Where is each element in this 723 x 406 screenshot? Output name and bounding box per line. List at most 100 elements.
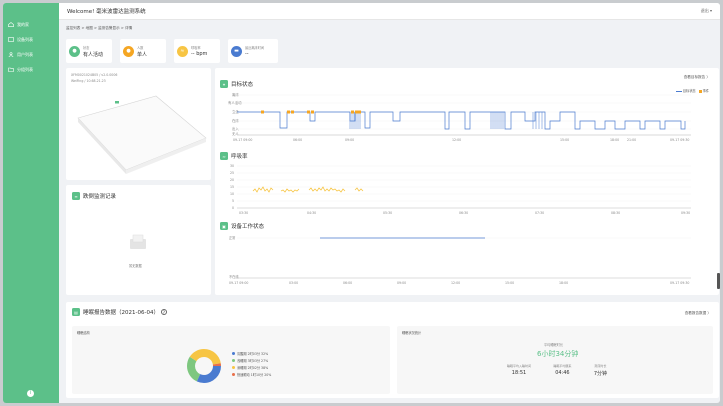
report-icon: ▤ [72,308,80,316]
breath-series [252,186,364,193]
lungs-icon: ≈ [220,152,228,160]
home-icon [8,22,14,27]
sleep-report-card: ▤ 睡眠报告数据 （2021-06-04） ? 查看报告数据 〉 睡眠结构 清醒… [66,302,719,398]
total-sleep-value: 6小时34分钟 [537,350,579,358]
device-card: XFM0021024B05 / v2.0.0006 WeiFing / 10.6… [66,68,211,180]
report-date: （2021-06-04） [116,310,159,316]
x-label: 21:00 [627,138,636,142]
x-label: 15:00 [560,138,569,142]
people-icon: ● [123,45,134,57]
x-label: 09:00 [397,281,406,285]
y-label-sit: 立坐 [232,109,239,114]
y-label-offline: 不在线 [229,274,239,279]
app-window: 我的家 设备列表 用户列表 分组列表 i Welcome! 毫米波雷达监测系统 … [3,3,720,403]
x-label: 05:30 [383,211,392,215]
sidebar: 我的家 设备列表 用户列表 分组列表 i [3,3,59,403]
x-label: 18:00 [559,281,568,285]
x-label: 06:30 [459,211,468,215]
sidebar-item-users[interactable]: 用户列表 [3,48,59,61]
stat-card-status: ● 状态 有人活动 [66,39,112,63]
sidebar-item-groups[interactable]: 分组列表 [3,63,59,76]
y-label: 30 [230,164,234,168]
y-label: 15 [230,185,234,189]
x-label: 06:00 [293,138,302,142]
x-label: 03:00 [289,281,298,285]
stat-value: -- bpm [191,51,208,57]
x-label: 06:00 [343,281,352,285]
device-icon [8,37,14,42]
x-label: 09-17 09:30 [670,138,689,142]
section-title: 目标状态 [231,82,254,88]
y-label-active: 有人活动 [228,100,242,105]
panel-title: 睡眠结构 [77,331,90,335]
section-title: 睡眠报告数据 [83,310,117,316]
breath-y-labels: 30 25 20 15 10 5 0 [230,164,234,210]
y-label-none: 无人 [232,131,239,136]
page-title: Welcome! 毫米波雷达监测系统 [67,9,146,15]
sidebar-item-label: 设备列表 [17,36,33,42]
target-icon: ⌖ [220,80,228,88]
stat-label: 呼吸率 [191,46,201,50]
fall-history-title: ≡ 跌倒监测记录 [72,192,116,200]
legend-item: 快速眼动 1时10分 20% [232,372,271,377]
legend-item: 深睡期 2时02分 38% [232,365,271,370]
x-label: 07:30 [535,211,544,215]
breath-rate-title: ≈ 呼吸率 [220,152,248,160]
section-title: 设备工作状态 [231,224,265,230]
sidebar-item-home[interactable]: 我的家 [3,18,59,31]
radar-sensor-icon [115,101,119,104]
sleep-report-title: ▤ 睡眠报告数据 （2021-06-04） ? [72,308,167,316]
sleep-structure-panel: 睡眠结构 清醒期 2时03分 32% 浅睡期 3时03分 27% 深睡期 2时0… [72,326,390,394]
x-label: 04:30 [307,211,316,215]
stat-card-count: ● 人数 单人 [120,39,166,63]
target-state-series [237,111,686,130]
section-title: 呼吸率 [231,154,248,160]
legend-item: 清醒期 2时03分 32% [232,351,271,356]
stat-card-breath: ≈ 呼吸率 -- bpm [174,39,220,63]
sidebar-item-devices[interactable]: 设备列表 [3,33,59,46]
y-label: 0 [232,206,234,210]
top-bar: Welcome! 毫米波雷达监测系统 退出 ▾ [59,3,720,20]
sleep-stats-row: 睡眠平均入睡时间 18:51 睡眠平均醒来 04:46 离床时长 7分钟 [507,364,607,377]
legend-item: 浅睡期 3时03分 27% [232,358,271,363]
stat-value: -- [245,51,249,57]
sidebar-item-label: 用户列表 [17,51,33,57]
stat-value: 单人 [137,51,148,58]
y-label: 25 [230,171,234,175]
help-icon[interactable]: ? [160,309,167,315]
x-label: 09:00 [345,138,354,142]
breath-rate-chart[interactable]: 30 25 20 15 10 5 0 03:30 04:30 05:30 06:… [215,161,719,216]
empty-inbox-icon [130,234,146,249]
stat-value: 有人活动 [83,51,104,58]
x-label: 12:00 [451,281,460,285]
stat-label: 状态 [83,45,90,50]
user-icon [8,52,14,57]
lungs-icon: ≈ [177,45,188,57]
x-label: 09-17 09:00 [233,138,252,142]
device-state-title: ▣ 设备工作状态 [220,222,264,230]
target-state-chart[interactable]: 离床 有人活动 立坐 在床 出入 无人 09-17 09:00 06:00 09… [215,88,719,168]
sleep-report-link[interactable]: 查看报告数据 〉 [685,311,711,316]
document-icon: ≡ [72,192,80,200]
scroll-handle[interactable] [717,273,720,289]
target-x-labels: 09-17 09:00 06:00 09:00 12:00 15:00 18:0… [233,138,689,142]
stat-label: 最近离床时间 [245,46,265,50]
sleep-structure-donut[interactable] [184,346,224,386]
device-icon: ▣ [220,222,228,230]
panel-title: 睡眠状况统计 [402,331,422,335]
x-label: 08:30 [611,211,620,215]
logout-menu[interactable]: 退出 ▾ [701,8,712,14]
stat-label: 人数 [137,45,144,50]
device-state-chart[interactable]: 正常 不在线 09-17 09:00 03:00 06:00 09:00 12:… [215,231,719,291]
breadcrumb[interactable]: 监控列表 > 地图 > 监测告警显示 > 详情 [66,26,132,31]
fall-history-card: ≡ 跌倒监测记录 暂无数据 [66,185,211,295]
y-label: 5 [232,199,234,203]
target-report-link[interactable]: 查看目标报告 〉 [684,75,710,80]
breath-x-labels: 03:30 04:30 05:30 06:30 07:30 08:30 09:3… [239,211,690,215]
info-icon[interactable]: i [27,390,34,397]
room-floor-plan[interactable] [66,68,211,180]
x-label: 03:30 [239,211,248,215]
person-icon: ● [69,45,80,57]
y-label: 20 [230,178,234,182]
target-state-title: ⌖ 目标状态 [220,80,253,88]
